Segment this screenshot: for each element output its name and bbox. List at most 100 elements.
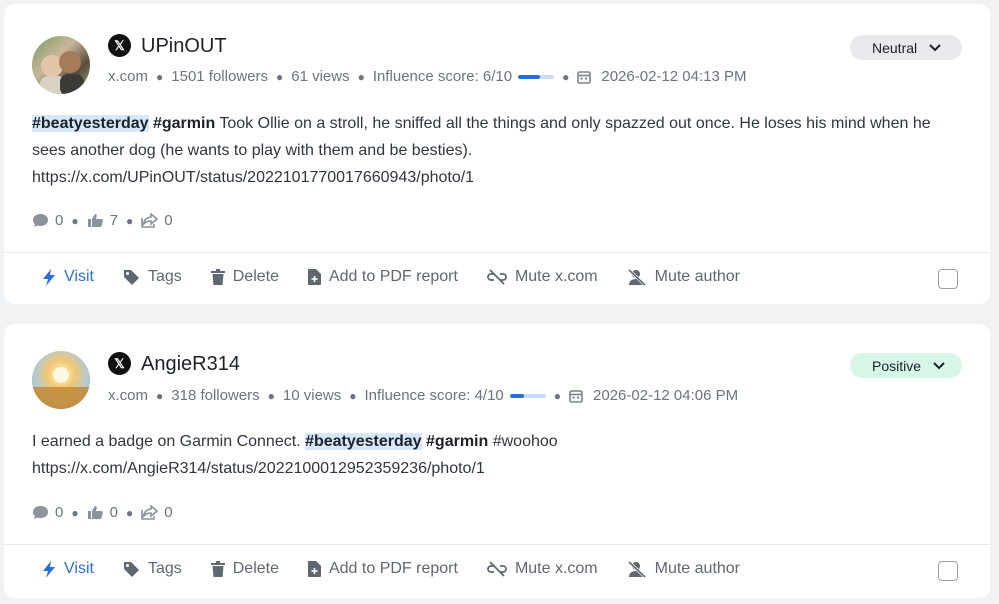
hashtag: #garmin: [152, 115, 216, 132]
separator: ●: [71, 505, 79, 520]
separator: ●: [125, 213, 134, 228]
mention-card: 𝕏 AngieR314 Positive x.com ● 318 followe…: [4, 324, 990, 598]
separator: ●: [553, 388, 562, 403]
views-count: 10 views: [282, 387, 342, 404]
unlink-icon: [487, 269, 507, 285]
author-name[interactable]: AngieR314: [141, 353, 240, 376]
comments-count: 0: [55, 212, 64, 229]
select-checkbox[interactable]: [938, 269, 958, 289]
share-icon: [141, 213, 159, 228]
delete-button[interactable]: Delete: [210, 268, 279, 286]
mute-author-label: Mute author: [654, 268, 741, 285]
influence-score: Influence score: 4/10: [364, 387, 504, 404]
tags-button[interactable]: Tags: [123, 560, 182, 578]
mute-author-button[interactable]: Mute author: [627, 268, 740, 286]
share-icon: [141, 505, 159, 520]
trash-icon: [210, 561, 225, 577]
divider: [4, 252, 990, 253]
thumbs-up-icon: [87, 214, 103, 227]
mute-author-button[interactable]: Mute author: [627, 560, 740, 578]
separator: ●: [156, 388, 164, 403]
visit-button[interactable]: Visit: [42, 268, 94, 286]
post-datetime: 2026-02-12 04:06 PM: [593, 387, 739, 404]
user-slash-icon: [627, 268, 646, 286]
calendar-icon: [569, 389, 583, 403]
sentiment-dropdown[interactable]: Positive: [850, 353, 962, 378]
post-text: #beatyesterday #garmin Took Ollie on a s…: [32, 110, 966, 191]
views-count: 61 views: [291, 68, 350, 85]
divider: [4, 544, 990, 545]
separator: ●: [562, 69, 570, 84]
thumbs-up-icon: [87, 506, 103, 519]
lightning-icon: [43, 560, 55, 578]
comment-icon: [33, 214, 48, 227]
action-bar: Visit Tags Delete Add to PDF report Mute…: [42, 560, 769, 578]
delete-button[interactable]: Delete: [210, 560, 279, 578]
separator: ●: [156, 69, 164, 84]
file-plus-icon: [307, 561, 321, 577]
highlighted-hashtag: #beatyesterday: [305, 433, 422, 450]
chevron-down-icon: [929, 43, 941, 51]
sentiment-dropdown[interactable]: Neutral: [850, 35, 962, 60]
comments-count: 0: [55, 504, 64, 521]
highlighted-hashtag: #beatyesterday: [32, 115, 149, 132]
visit-label: Visit: [64, 560, 94, 577]
separator: ●: [276, 69, 284, 84]
avatar[interactable]: [32, 36, 90, 94]
x-logo-icon: 𝕏: [108, 34, 131, 57]
add-to-pdf-label: Add to PDF report: [328, 268, 458, 285]
mute-source-label: Mute x.com: [514, 560, 598, 577]
separator: ●: [125, 505, 134, 520]
likes-count: 7: [109, 212, 118, 229]
x-logo-icon: 𝕏: [108, 352, 131, 375]
mute-source-button[interactable]: Mute x.com: [487, 268, 598, 286]
influence-score: Influence score: 6/10: [372, 68, 513, 85]
avatar[interactable]: [32, 351, 90, 409]
source-domain: x.com: [108, 387, 149, 404]
trash-icon: [210, 269, 225, 285]
influence-bar: [518, 74, 555, 79]
delete-label: Delete: [232, 560, 279, 577]
avatar-photo-icon: [40, 51, 84, 94]
mute-source-button[interactable]: Mute x.com: [487, 560, 598, 578]
post-datetime: 2026-02-12 04:13 PM: [601, 68, 747, 85]
mute-source-label: Mute x.com: [514, 268, 598, 285]
post-link[interactable]: https://x.com/UPinOUT/status/20221017700…: [32, 169, 474, 186]
tags-label: Tags: [147, 560, 182, 577]
influence-bar-fill: [518, 74, 540, 79]
post-text: I earned a badge on Garmin Connect. #bea…: [32, 428, 966, 482]
tag-icon: [123, 269, 139, 285]
sentiment-label: Positive: [872, 357, 922, 374]
sentiment-label: Neutral: [872, 39, 918, 56]
source-domain: x.com: [108, 68, 149, 85]
author-name[interactable]: UPinOUT: [141, 35, 227, 58]
select-checkbox[interactable]: [938, 561, 958, 581]
calendar-icon: [577, 70, 592, 84]
add-to-pdf-button[interactable]: Add to PDF report: [307, 268, 458, 286]
avatar-photo-icon: [32, 367, 90, 409]
followers-count: 318 followers: [171, 387, 260, 404]
tags-button[interactable]: Tags: [123, 268, 182, 286]
comment-icon: [33, 506, 48, 519]
followers-count: 1501 followers: [171, 68, 268, 85]
separator: ●: [349, 388, 357, 403]
influence-bar: [509, 393, 546, 398]
chevron-down-icon: [933, 361, 945, 369]
add-to-pdf-label: Add to PDF report: [328, 560, 458, 577]
post-meta: x.com ● 318 followers ● 10 views ● Influ…: [108, 387, 738, 404]
engagement-stats: 0 ● 0 ● 0: [32, 504, 173, 521]
visit-button[interactable]: Visit: [42, 560, 94, 578]
likes-count: 0: [109, 504, 118, 521]
add-to-pdf-button[interactable]: Add to PDF report: [307, 560, 458, 578]
tag-icon: [123, 561, 139, 577]
user-slash-icon: [627, 560, 646, 578]
shares-count: 0: [164, 212, 173, 229]
mention-card: 𝕏 UPinOUT Neutral x.com ● 1501 followers…: [4, 4, 990, 304]
post-link[interactable]: https://x.com/AngieR314/status/202210001…: [32, 460, 485, 477]
action-bar: Visit Tags Delete Add to PDF report Mute…: [42, 268, 769, 286]
unlink-icon: [487, 561, 507, 577]
influence-bar-fill: [509, 393, 525, 398]
delete-label: Delete: [232, 268, 279, 285]
post-body: I earned a badge on Garmin Connect.: [32, 433, 306, 450]
visit-label: Visit: [64, 268, 94, 285]
